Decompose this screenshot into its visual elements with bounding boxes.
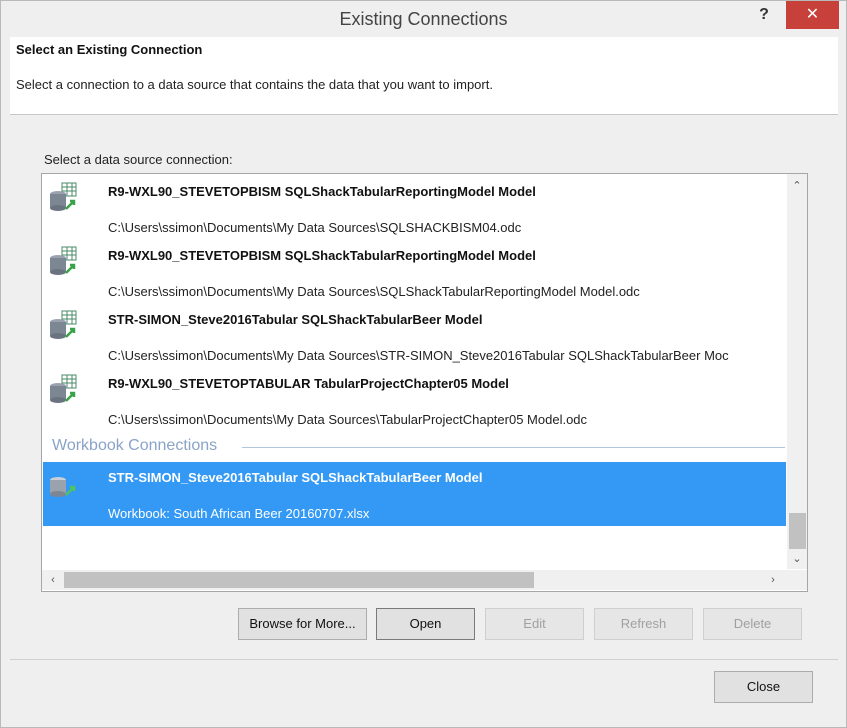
connection-item[interactable]: R9-WXL90_STEVETOPBISM SQLShackTabularRep… xyxy=(43,240,786,304)
footer-divider xyxy=(10,659,838,660)
connection-path: C:\Users\ssimon\Documents\My Data Source… xyxy=(108,220,522,235)
dialog-title: Existing Connections xyxy=(339,9,508,29)
database-connection-icon xyxy=(50,310,77,339)
delete-button[interactable]: Delete xyxy=(703,608,802,640)
refresh-button[interactable]: Refresh xyxy=(594,608,693,640)
connection-path: C:\Users\ssimon\Documents\My Data Source… xyxy=(108,284,640,299)
help-button[interactable]: ? xyxy=(749,3,779,27)
connection-item[interactable]: R9-WXL90_STEVETOPTABULAR TabularProjectC… xyxy=(43,368,786,432)
existing-connections-dialog: Existing Connections ? ✕ Select an Exist… xyxy=(0,0,847,728)
connection-name: R9-WXL90_STEVETOPTABULAR TabularProjectC… xyxy=(108,376,509,391)
database-connection-icon xyxy=(50,182,77,211)
scroll-up-icon[interactable]: ⌃ xyxy=(787,178,807,194)
connection-path: C:\Users\ssimon\Documents\My Data Source… xyxy=(108,348,729,363)
workbook-connection-item[interactable]: STR-SIMON_Steve2016Tabular SQLShackTabul… xyxy=(43,462,786,526)
connection-item[interactable]: STR-SIMON_Steve2016Tabular SQLShackTabul… xyxy=(43,304,786,368)
scroll-right-icon[interactable]: › xyxy=(766,570,780,590)
edit-button[interactable]: Edit xyxy=(485,608,584,640)
scroll-down-icon[interactable]: ⌄ xyxy=(787,551,807,567)
connection-list[interactable]: R9-WXL90_STEVETOPBISM SQLShackTabularRep… xyxy=(41,173,808,592)
vertical-scroll-thumb[interactable] xyxy=(789,513,806,549)
connection-name: STR-SIMON_Steve2016Tabular SQLShackTabul… xyxy=(108,312,483,327)
horizontal-scroll-thumb[interactable] xyxy=(64,572,534,588)
section-divider xyxy=(242,447,785,448)
workbook-connections-heading: Workbook Connections xyxy=(52,437,785,457)
section-heading-label: Workbook Connections xyxy=(52,437,224,455)
connection-item[interactable]: R9-WXL90_STEVETOPBISM SQLShackTabularRep… xyxy=(43,176,786,240)
database-connection-icon xyxy=(50,374,77,403)
close-window-button[interactable]: ✕ xyxy=(786,1,839,29)
vertical-scrollbar[interactable]: ⌃ ⌄ xyxy=(787,174,807,569)
connection-name: R9-WXL90_STEVETOPBISM SQLShackTabularRep… xyxy=(108,248,536,263)
scroll-left-icon[interactable]: ‹ xyxy=(46,570,60,590)
horizontal-scrollbar[interactable]: ‹ › xyxy=(42,570,787,590)
connection-path: Workbook: South African Beer 20160707.xl… xyxy=(108,506,370,521)
connection-list-label: Select a data source connection: xyxy=(44,152,233,167)
header-title: Select an Existing Connection xyxy=(16,42,203,57)
connection-path: C:\Users\ssimon\Documents\My Data Source… xyxy=(108,412,588,427)
header-panel: Select an Existing Connection Select a c… xyxy=(10,37,838,115)
browse-for-more-button[interactable]: Browse for More... xyxy=(238,608,367,640)
close-button[interactable]: Close xyxy=(714,671,813,703)
title-bar: Existing Connections ? ✕ xyxy=(1,1,846,37)
database-connection-icon xyxy=(50,477,76,497)
scrollbar-corner xyxy=(787,570,807,590)
header-description: Select a connection to a data source tha… xyxy=(16,77,493,92)
connection-name: STR-SIMON_Steve2016Tabular SQLShackTabul… xyxy=(108,470,483,485)
open-button[interactable]: Open xyxy=(376,608,475,640)
connection-name: R9-WXL90_STEVETOPBISM SQLShackTabularRep… xyxy=(108,184,536,199)
database-connection-icon xyxy=(50,246,77,275)
